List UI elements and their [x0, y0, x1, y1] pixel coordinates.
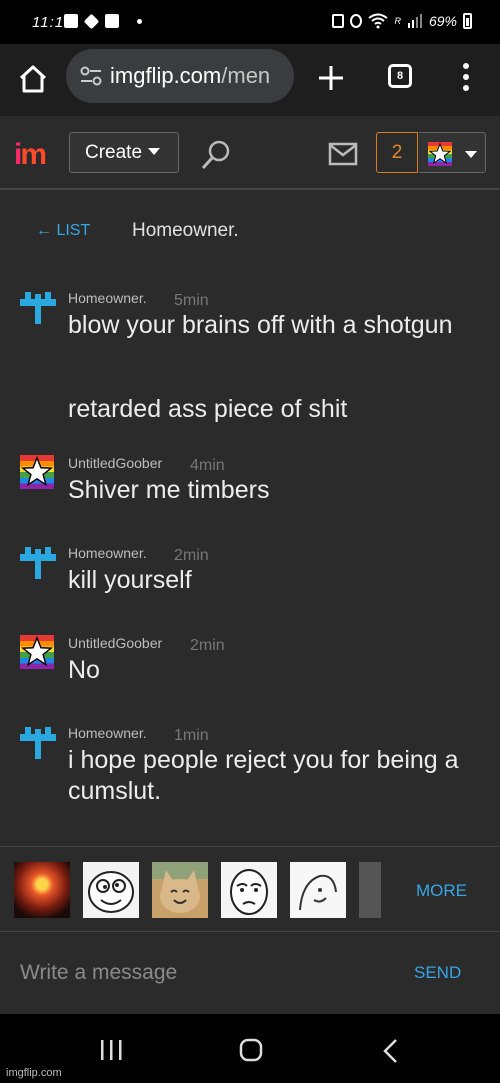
homeowner-avatar-icon[interactable] — [20, 725, 56, 759]
meme-thumbnail-derp-face[interactable] — [83, 862, 139, 918]
home-icon[interactable] — [17, 63, 49, 95]
homeowner-avatar-icon[interactable] — [20, 545, 56, 579]
message-text: Shiver me timbers — [68, 476, 270, 504]
message-time: 4min — [190, 457, 225, 474]
checkbox-icon — [105, 14, 119, 28]
imgflip-logo[interactable]: im — [14, 138, 47, 172]
tab-count: 8 — [396, 70, 404, 82]
message-time: 2min — [190, 637, 225, 654]
battery-percent: 69% — [428, 13, 457, 29]
untitledgoober-avatar[interactable] — [20, 455, 54, 489]
search-icon[interactable] — [199, 138, 233, 172]
homeowner-avatar-icon[interactable] — [20, 290, 56, 324]
star-icon — [20, 635, 54, 667]
status-system-icons: R 69% — [332, 13, 472, 29]
message-time: 1min — [174, 727, 209, 744]
status-notification-icons — [64, 13, 142, 29]
message-text: blow your brains off with a shotgun — [68, 311, 453, 339]
more-memes-link[interactable]: MORE — [416, 881, 467, 901]
okay-face-icon — [230, 869, 268, 915]
new-tab-icon[interactable] — [314, 61, 348, 95]
message-item: Homeowner. 2min kill yourself — [0, 545, 500, 605]
message-item: Homeowner. 1min i hope people reject you… — [0, 725, 500, 825]
sketch-face-icon — [299, 874, 337, 911]
more-notifications-dot-icon — [137, 18, 142, 24]
create-label: Create — [85, 142, 143, 163]
message-text: kill yourself — [68, 566, 192, 594]
message-input[interactable] — [0, 932, 395, 1014]
browser-menu-icon[interactable] — [462, 62, 470, 92]
url-text[interactable]: imgflip.com/men — [110, 63, 290, 89]
system-navigation-bar — [0, 1014, 500, 1083]
chevron-down-icon — [148, 148, 161, 155]
url-host: imgflip.com — [110, 63, 222, 88]
message-composer: SEND — [0, 932, 500, 1014]
meme-thumbnail-explosion[interactable] — [14, 862, 70, 918]
tab-switcher-button[interactable]: 8 — [388, 64, 412, 88]
message-username[interactable]: UntitledGoober — [68, 455, 162, 471]
message-time: 2min — [174, 547, 209, 564]
message-username[interactable]: UntitledGoober — [68, 635, 162, 651]
message-username[interactable]: Homeowner. — [68, 725, 147, 741]
status-bar: 11:19 R 69% — [0, 0, 500, 44]
meme-thumbnail-sketch[interactable] — [290, 862, 346, 918]
alarm-icon — [350, 14, 363, 28]
chevron-down-icon — [465, 151, 477, 158]
message-text: i hope people reject you for being a cum… — [68, 746, 459, 805]
back-icon[interactable] — [381, 1038, 399, 1064]
home-button-icon[interactable] — [239, 1038, 263, 1062]
message-text: No — [68, 656, 100, 684]
browser-toolbar: imgflip.com/men 8 — [0, 44, 500, 116]
gallery-icon — [64, 14, 78, 28]
message-time: 5min — [174, 292, 209, 309]
message-item: UntitledGoober 4min Shiver me timbers — [0, 455, 500, 515]
notifications-button[interactable]: 2 — [376, 132, 418, 173]
user-menu-button[interactable] — [419, 132, 486, 173]
message-username[interactable]: Homeowner. — [68, 290, 147, 306]
star-icon — [428, 142, 452, 165]
star-icon — [20, 455, 54, 487]
signal-roaming-label: R — [394, 16, 401, 26]
site-settings-icon[interactable] — [80, 66, 102, 86]
site-header: im Create 2 — [0, 116, 500, 190]
meme-thumbnail-cat[interactable] — [152, 862, 208, 918]
create-button[interactable]: Create — [69, 132, 179, 173]
untitledgoober-avatar[interactable] — [20, 635, 54, 669]
meme-picker: MORE — [0, 846, 500, 932]
app-notification-icon — [83, 13, 100, 29]
meme-thumbnail-partial[interactable] — [359, 862, 381, 918]
battery-icon — [463, 13, 472, 29]
recent-apps-icon[interactable] — [99, 1040, 123, 1060]
message-username[interactable]: Homeowner. — [68, 545, 147, 561]
wifi-icon — [368, 13, 389, 29]
message-item: Homeowner. 5min blow your brains off wit… — [0, 290, 500, 430]
conversation-title: Homeowner. — [132, 220, 239, 241]
cat-icon — [160, 870, 200, 913]
imgflip-watermark: imgflip.com — [6, 1067, 62, 1079]
address-bar[interactable]: imgflip.com/men — [66, 49, 294, 103]
user-avatar — [428, 142, 452, 166]
derp-face-icon — [88, 871, 134, 913]
battery-saver-icon — [332, 14, 345, 28]
message-text: retarded ass piece of shit — [68, 395, 348, 423]
send-button[interactable]: SEND — [414, 963, 461, 983]
mail-icon[interactable] — [328, 142, 358, 166]
signal-icon — [407, 14, 422, 28]
message-item: UntitledGoober 2min No — [0, 635, 500, 695]
logo-m: m — [20, 138, 47, 171]
back-to-list-link[interactable]: ← LIST — [36, 222, 90, 240]
meme-thumbnail-okay-guy[interactable] — [221, 862, 277, 918]
url-path: /men — [221, 63, 271, 88]
